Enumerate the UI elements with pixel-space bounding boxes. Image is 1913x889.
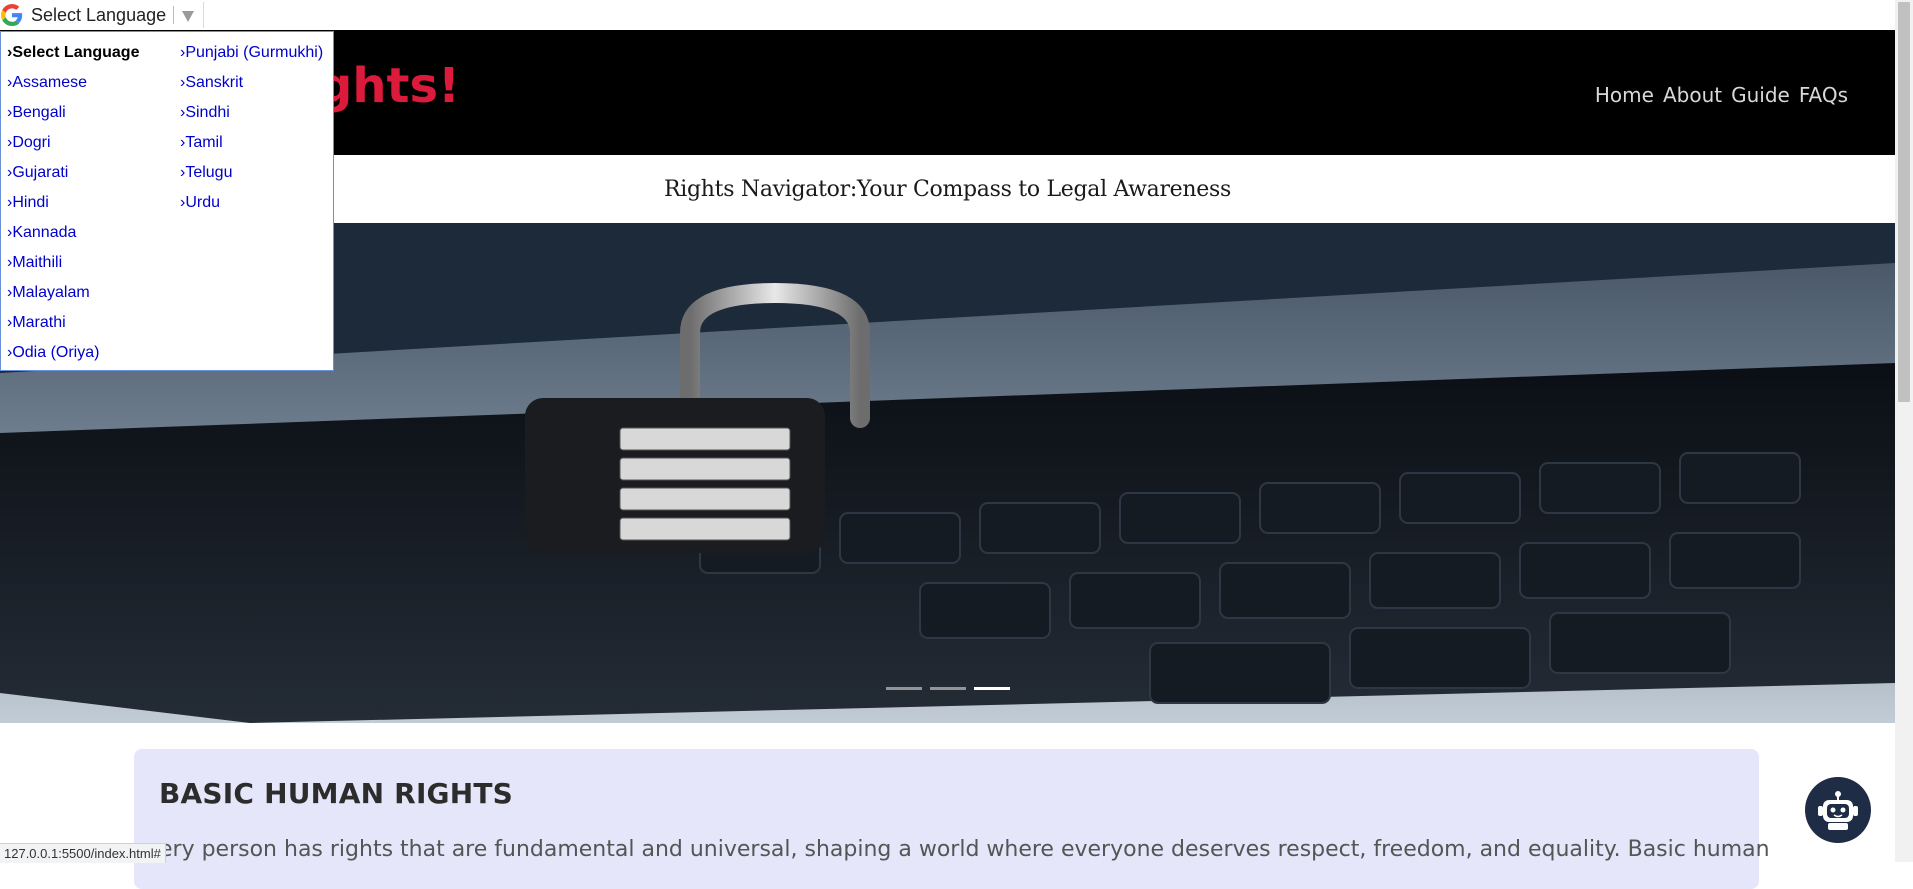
section-text: ery person has rights that are fundament… xyxy=(159,837,1770,862)
language-option[interactable]: ›Malayalam xyxy=(7,280,180,310)
language-option[interactable]: ›Gujarati xyxy=(7,160,180,190)
section-title: BASIC HUMAN RIGHTS xyxy=(159,777,514,810)
translate-bar: Select Language xyxy=(0,0,1895,30)
carousel-indicators xyxy=(0,687,1895,690)
rights-card: BASIC HUMAN RIGHTS ery person has rights… xyxy=(134,749,1770,889)
tagline: Rights Navigator:Your Compass to Legal A… xyxy=(664,176,1231,202)
language-option[interactable]: ›Odia (Oriya) xyxy=(7,340,180,370)
site-brand[interactable]: ghts! xyxy=(318,58,460,114)
nav-about[interactable]: About xyxy=(1661,83,1724,107)
language-menu: ›Select Language ›Assamese ›Bengali ›Dog… xyxy=(0,31,334,371)
language-select-label: Select Language xyxy=(31,4,167,25)
language-option[interactable]: ›Select Language xyxy=(7,40,180,70)
language-option[interactable]: ›Sindhi xyxy=(180,100,330,130)
scrollbar-thumb[interactable] xyxy=(1898,2,1910,402)
language-option[interactable]: ›Dogri xyxy=(7,130,180,160)
divider xyxy=(173,6,175,24)
language-option[interactable]: ›Assamese xyxy=(7,70,180,100)
dropdown-arrow-icon[interactable] xyxy=(182,10,195,22)
carousel-indicator[interactable] xyxy=(929,687,966,690)
google-g-icon xyxy=(1,4,23,26)
language-option[interactable]: ›Sanskrit xyxy=(180,70,330,100)
language-option[interactable]: ›Maithili xyxy=(7,250,180,280)
language-option[interactable]: ›Punjabi (Gurmukhi) xyxy=(180,40,330,70)
language-option[interactable]: ›Urdu xyxy=(180,190,330,220)
robot-icon xyxy=(1818,791,1858,830)
carousel-indicator-active[interactable] xyxy=(973,687,1010,690)
language-option[interactable]: ›Kannada xyxy=(7,220,180,250)
divider xyxy=(203,2,205,28)
language-column: ›Punjabi (Gurmukhi) ›Sanskrit ›Sindhi ›T… xyxy=(180,40,330,370)
status-bar-url: 127.0.0.1:5500/index.html# xyxy=(0,843,166,863)
language-select[interactable]: Select Language xyxy=(31,4,195,26)
language-column: ›Select Language ›Assamese ›Bengali ›Dog… xyxy=(1,40,180,370)
language-option[interactable]: ›Marathi xyxy=(7,310,180,340)
main-nav: Home About Guide FAQs xyxy=(1593,83,1850,107)
language-option[interactable]: ›Telugu xyxy=(180,160,330,190)
nav-home[interactable]: Home xyxy=(1593,83,1656,107)
carousel-indicator[interactable] xyxy=(885,687,922,690)
scrollbar[interactable] xyxy=(1895,0,1913,862)
language-option[interactable]: ›Tamil xyxy=(180,130,330,160)
nav-faqs[interactable]: FAQs xyxy=(1797,83,1850,107)
language-option[interactable]: ›Bengali xyxy=(7,100,180,130)
nav-guide[interactable]: Guide xyxy=(1729,83,1792,107)
language-option[interactable]: ›Hindi xyxy=(7,190,180,220)
chatbot-button[interactable] xyxy=(1805,777,1871,843)
